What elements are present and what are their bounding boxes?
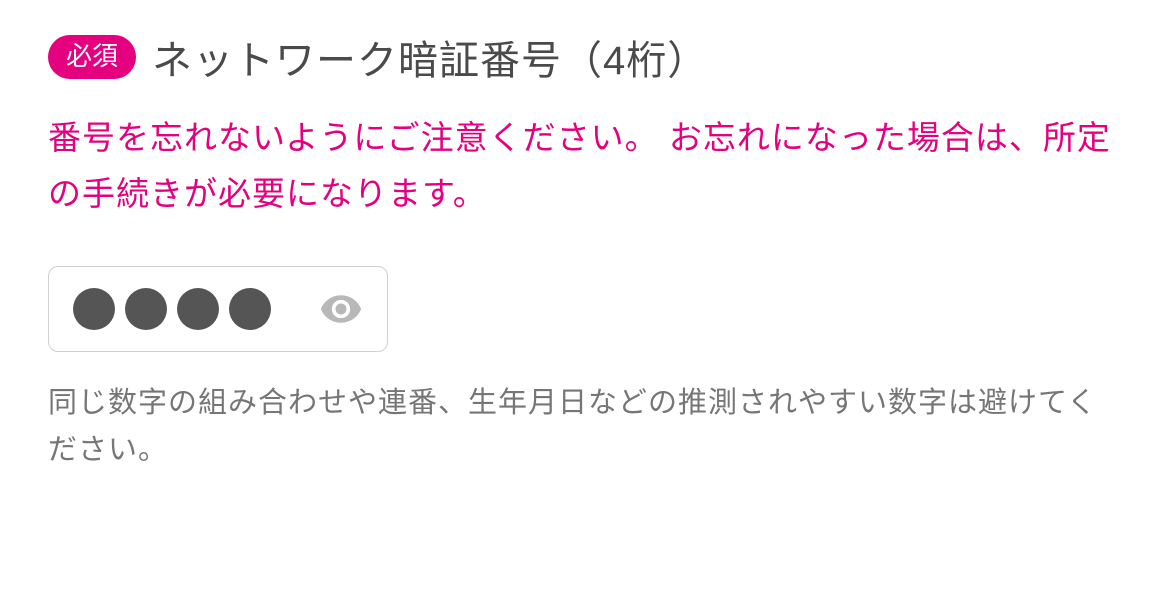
field-title: ネットワーク暗証番号（4桁） bbox=[152, 28, 708, 86]
pin-dot bbox=[125, 288, 167, 330]
pin-input[interactable] bbox=[48, 266, 388, 352]
eye-icon[interactable] bbox=[319, 287, 363, 331]
pin-dot bbox=[177, 288, 219, 330]
pin-dot bbox=[229, 288, 271, 330]
hint-message: 同じ数字の組み合わせや連番、生年月日などの推測されやすい数字は避けてください。 bbox=[48, 380, 1122, 473]
pin-dot bbox=[73, 288, 115, 330]
required-badge: 必須 bbox=[48, 35, 136, 78]
pin-dots bbox=[73, 288, 271, 330]
warning-message: 番号を忘れないようにご注意ください。 お忘れになった場合は、所定の手続きが必要に… bbox=[48, 110, 1122, 222]
field-header: 必須 ネットワーク暗証番号（4桁） bbox=[48, 28, 1122, 86]
